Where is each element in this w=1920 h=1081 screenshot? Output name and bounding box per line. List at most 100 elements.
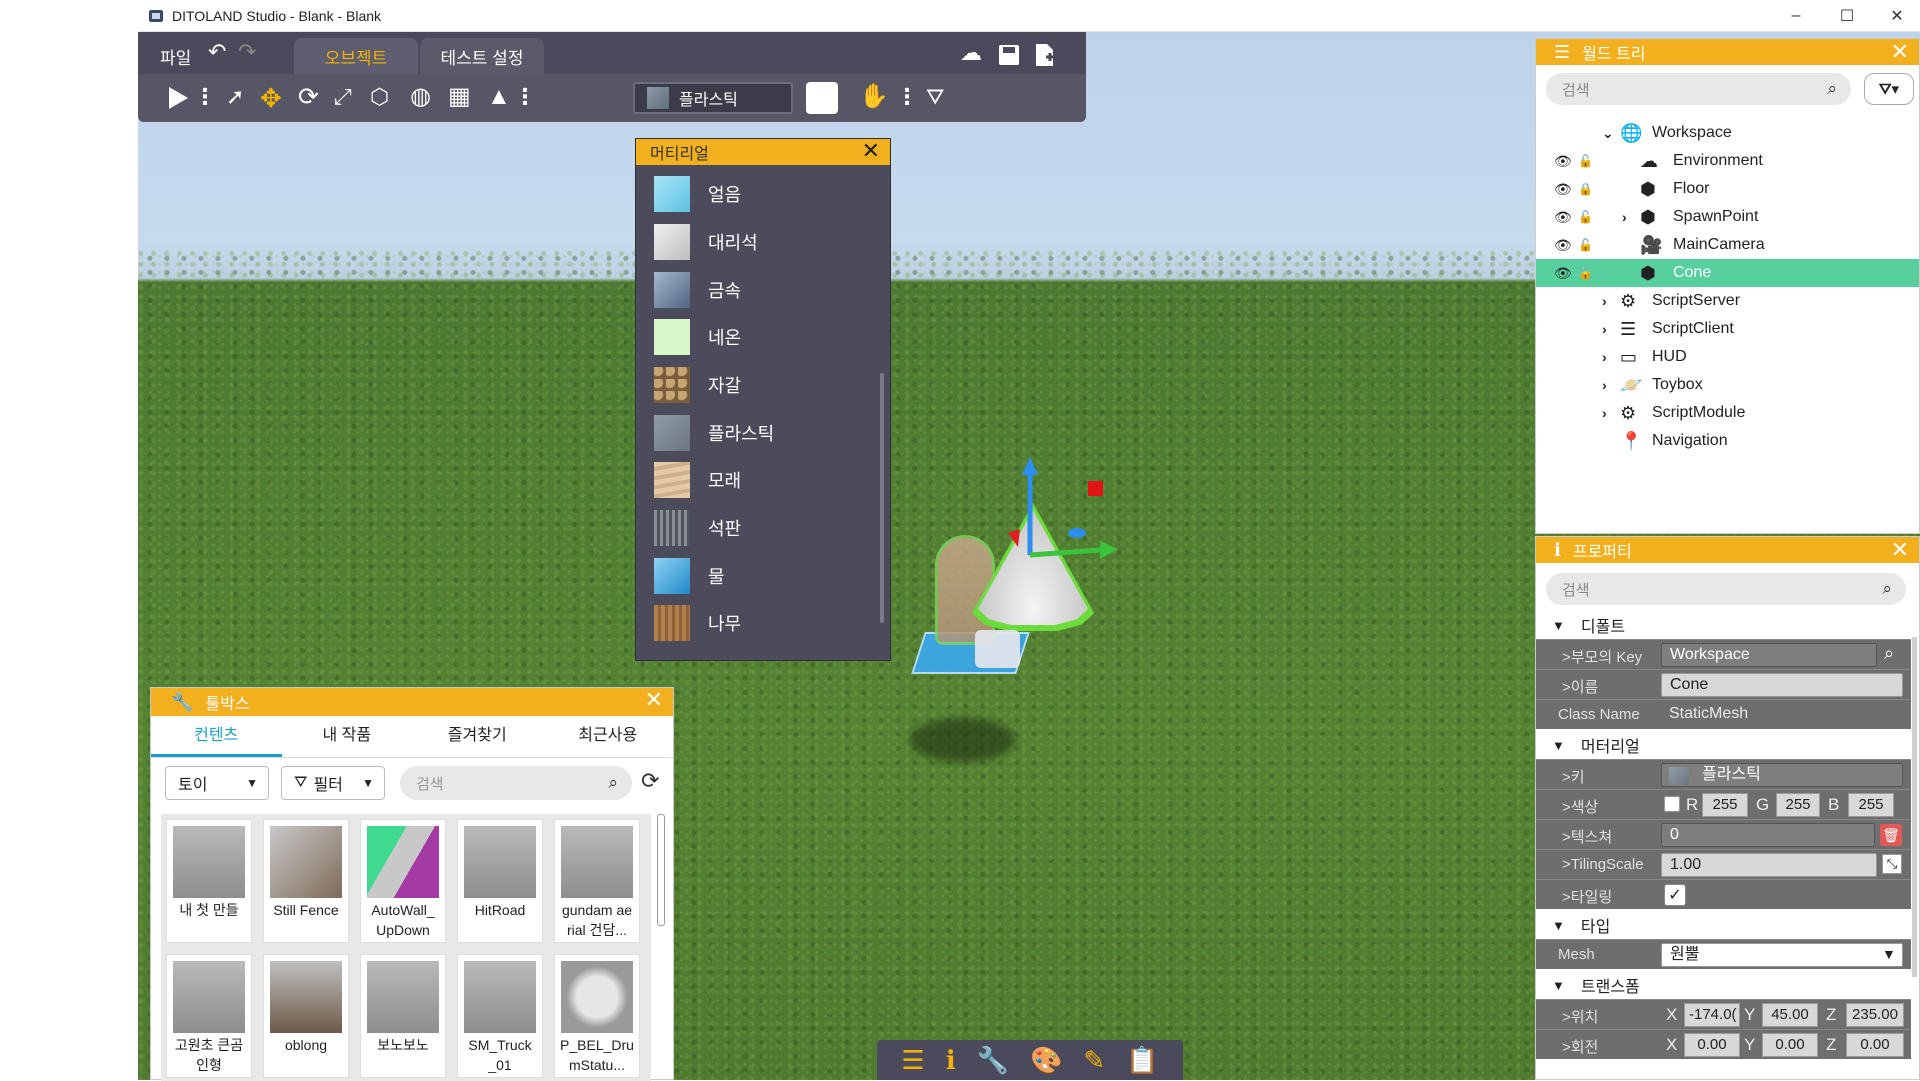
tree-item-maincamera[interactable]: 👁 🔓 🎥 MainCamera <box>1536 231 1919 259</box>
resize-icon[interactable]: ⤡ <box>1882 854 1902 874</box>
tree-item-floor[interactable]: 👁 🔒 ⬢ Floor <box>1536 175 1919 203</box>
worldtree-filter-button[interactable]: ⛛▾ <box>1864 73 1914 105</box>
section-material[interactable]: ▼ 머터리얼 <box>1536 731 1911 759</box>
material-key-field[interactable]: 플라스틱 <box>1661 763 1903 787</box>
pos-x-field[interactable]: -174.0( <box>1684 1003 1740 1027</box>
tree-item-spawnpoint[interactable]: 👁 🔓 › ⬢ SpawnPoint <box>1536 203 1919 231</box>
tree-item-cone[interactable]: 👁 🔓 ⬢ Cone <box>1536 259 1919 287</box>
maximize-button[interactable]: ☐ <box>1824 0 1870 32</box>
scale-tool-icon[interactable]: ⤢ <box>334 86 352 108</box>
properties-toggle-icon[interactable]: ℹ <box>946 1045 956 1076</box>
expand-arrow-icon[interactable]: › <box>1602 405 1607 421</box>
toolbox-item[interactable]: SM_Truck _01 <box>457 954 543 1078</box>
unlock-icon[interactable]: 🔓 <box>1578 238 1593 252</box>
move-gizmo[interactable] <box>950 455 1130 595</box>
visibility-filter-icon[interactable]: ⛛ <box>926 86 944 108</box>
search-icon[interactable]: ⌕ <box>608 773 618 793</box>
toolbox-item[interactable]: P_BEL_Dru mStatu... <box>554 954 640 1078</box>
expand-arrow-icon[interactable]: › <box>1602 293 1607 309</box>
play-icon[interactable] <box>167 86 189 110</box>
color-g-field[interactable]: 255 <box>1776 793 1820 817</box>
tree-item-scriptserver[interactable]: › ⚙ ScriptServer <box>1536 287 1919 315</box>
search-icon[interactable]: ⌕ <box>1882 579 1892 599</box>
tree-item-workspace[interactable]: ⌄ 🌐 Workspace <box>1536 119 1919 147</box>
menu-file[interactable]: 파일 <box>160 44 191 69</box>
material-item-water[interactable]: 물 <box>654 557 725 595</box>
tree-item-environment[interactable]: 👁 🔓 ☁ Environment <box>1536 147 1919 175</box>
select-cursor-icon[interactable]: ➚ <box>226 86 244 108</box>
tree-item-hud[interactable]: › ▭ HUD <box>1536 343 1919 371</box>
material-item-neon[interactable]: 네온 <box>654 318 741 356</box>
pos-y-field[interactable]: 45.00 <box>1762 1003 1818 1027</box>
rotate-tool-icon[interactable]: ⟳ <box>298 85 319 110</box>
name-field[interactable]: Cone <box>1661 673 1903 697</box>
tree-item-toybox[interactable]: › 🪐 Toybox <box>1536 371 1919 399</box>
new-file-icon[interactable] <box>1034 43 1056 67</box>
close-icon[interactable]: ✕ <box>1891 41 1909 63</box>
rot-z-field[interactable]: 0.00 <box>1846 1033 1904 1057</box>
toolbox-scrollbar[interactable] <box>657 814 665 926</box>
color-swatch[interactable] <box>1664 796 1680 812</box>
edit-icon[interactable]: ✎ <box>1083 1045 1105 1076</box>
close-icon[interactable]: ✕ <box>862 140 880 162</box>
tiling-checkbox[interactable]: ✓ <box>1664 884 1686 906</box>
color-b-field[interactable]: 255 <box>1848 793 1894 817</box>
toolbox-toggle-icon[interactable]: 🔧 <box>977 1045 1009 1076</box>
eye-icon[interactable]: 👁 <box>1554 153 1572 170</box>
material-item-marble[interactable]: 대리석 <box>654 223 758 261</box>
worldtree-search-input[interactable]: 검색 ⌕ <box>1546 73 1851 105</box>
toolbox-item[interactable]: gundam ae rial 건담... <box>554 819 640 943</box>
material-item-slate[interactable]: 석판 <box>654 509 741 547</box>
worldtree-toggle-icon[interactable]: ☰ <box>901 1045 924 1076</box>
parent-key-field[interactable]: Workspace <box>1661 643 1877 667</box>
material-item-plastic[interactable]: 플라스틱 <box>654 414 774 452</box>
save-icon[interactable] <box>998 44 1020 66</box>
section-type[interactable]: ▼ 타입 <box>1536 911 1911 939</box>
properties-search-input[interactable]: 검색 ⌕ <box>1546 573 1906 605</box>
material-item-wood[interactable]: 나무 <box>654 604 741 642</box>
mesh-dropdown[interactable]: 원뿔 <box>1661 943 1903 967</box>
material-scrollbar[interactable] <box>880 373 884 623</box>
material-item-metal[interactable]: 금속 <box>654 271 741 309</box>
unlock-icon[interactable]: 🔓 <box>1578 266 1593 280</box>
cone-tool-icon[interactable]: ▲ <box>487 85 511 109</box>
search-icon[interactable]: ⌕ <box>1827 79 1837 99</box>
minimize-button[interactable]: – <box>1773 0 1819 32</box>
toolbox-search-input[interactable]: 검색 ⌕ <box>400 766 632 800</box>
lock-icon[interactable]: 🔒 <box>1578 182 1593 196</box>
texture-field[interactable]: 0 <box>1661 823 1875 847</box>
section-transform[interactable]: ▼ 트랜스폼 <box>1536 971 1911 999</box>
tab-recent[interactable]: 최근사용 <box>543 716 674 757</box>
color-picker-button[interactable] <box>806 82 838 114</box>
unlock-icon[interactable]: 🔓 <box>1578 154 1593 168</box>
palette-icon[interactable]: 🎨 <box>1030 1045 1062 1076</box>
expand-arrow-icon[interactable]: › <box>1622 209 1627 225</box>
tab-contents[interactable]: 컨텐츠 <box>151 716 282 757</box>
hand-options-icon[interactable]: ⋮ <box>896 84 918 110</box>
search-icon[interactable]: ⌕ <box>1884 643 1894 664</box>
hand-tool-icon[interactable]: ✋ <box>859 85 889 109</box>
camera-object[interactable] <box>975 630 1020 668</box>
pos-z-field[interactable]: 235.00 <box>1846 1003 1904 1027</box>
filter-dropdown[interactable]: ⛛ 필터 ▼ <box>281 766 385 800</box>
tree-item-navigation[interactable]: 📍 Navigation <box>1536 427 1919 455</box>
close-icon[interactable]: ✕ <box>645 689 663 711</box>
toolbox-item[interactable]: HitRoad <box>457 819 543 943</box>
play-options-icon[interactable]: ⋮ <box>194 84 216 110</box>
expand-arrow-icon[interactable]: ⌄ <box>1602 125 1614 142</box>
eye-icon[interactable]: 👁 <box>1554 237 1572 254</box>
color-r-field[interactable]: 255 <box>1702 793 1748 817</box>
tab-object[interactable]: 오브젝트 <box>294 38 418 74</box>
grid-tool-icon[interactable]: ▦ <box>448 85 471 109</box>
toolbox-item[interactable]: Still Fence <box>263 819 349 943</box>
toolbox-item[interactable]: oblong <box>263 954 349 1078</box>
unlock-icon[interactable]: 🔓 <box>1578 210 1593 224</box>
close-window-button[interactable]: ✕ <box>1874 0 1920 32</box>
category-dropdown[interactable]: 토이 ▼ <box>165 766 269 800</box>
tab-test-settings[interactable]: 테스트 설정 <box>420 38 544 74</box>
move-tool-icon[interactable]: ✥ <box>260 85 282 111</box>
script-icon[interactable]: 📋 <box>1126 1045 1158 1076</box>
cube-tool-icon[interactable]: ⬡ <box>370 86 389 108</box>
material-item-sand[interactable]: 모래 <box>654 461 741 499</box>
tree-item-scriptclient[interactable]: › ☰ ScriptClient <box>1536 315 1919 343</box>
